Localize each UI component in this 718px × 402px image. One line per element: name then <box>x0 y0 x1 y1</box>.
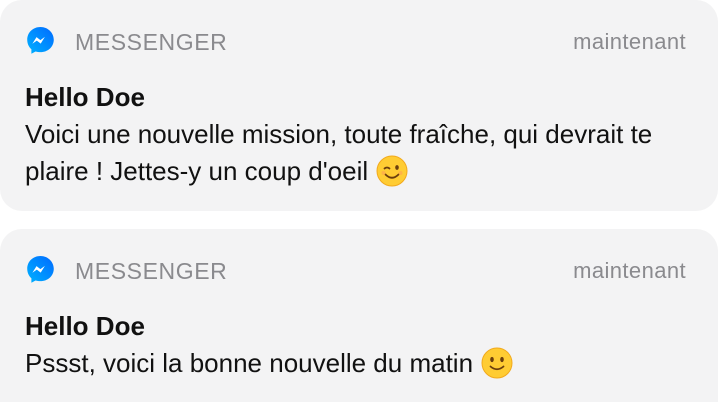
notification-card-1[interactable]: MESSENGER maintenant Hello Doe Voici une… <box>0 0 718 211</box>
slightly-smiling-face-emoji <box>481 347 513 379</box>
winking-face-emoji <box>376 155 408 187</box>
timestamp: maintenant <box>573 29 686 54</box>
messenger-icon <box>27 255 54 283</box>
messenger-icon <box>27 26 54 54</box>
notification-title: Hello Doe <box>25 82 145 112</box>
app-name: MESSENGER <box>75 258 228 284</box>
notification-message: Voici une nouvelle mission, toute fraîch… <box>25 119 653 186</box>
timestamp: maintenant <box>573 258 686 283</box>
notification-message-container: Voici une nouvelle mission, toute fraîch… <box>25 116 675 190</box>
app-name: MESSENGER <box>75 29 228 55</box>
notification-message-container: Pssst, voici la bonne nouvelle du matin <box>25 345 675 382</box>
notification-title: Hello Doe <box>25 311 145 341</box>
notification-card-2[interactable]: MESSENGER maintenant Hello Doe Pssst, vo… <box>0 229 718 402</box>
notification-message: Pssst, voici la bonne nouvelle du matin <box>25 348 474 378</box>
